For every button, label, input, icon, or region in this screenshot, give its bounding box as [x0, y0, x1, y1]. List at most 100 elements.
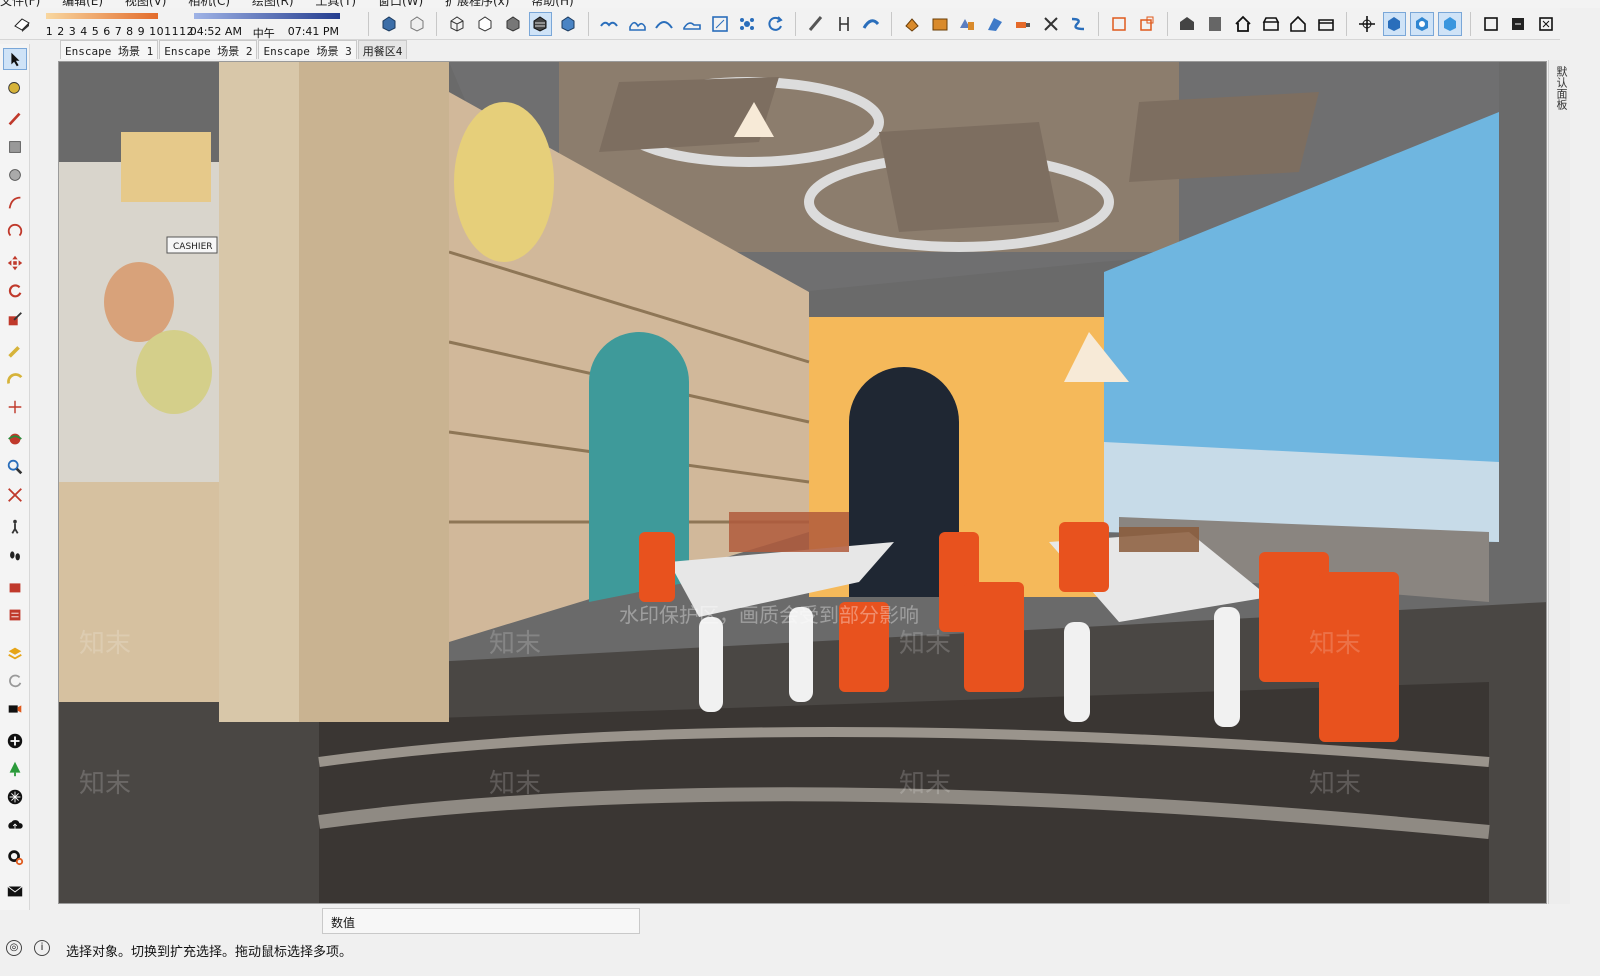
protractor-button[interactable] — [3, 368, 27, 390]
menu-camera[interactable]: 相机(C) — [188, 0, 230, 8]
warehouse-paint-button[interactable] — [900, 12, 924, 36]
settings-button[interactable] — [3, 846, 27, 868]
sweep-button[interactable] — [1066, 12, 1090, 36]
menu-draw[interactable]: 绘图(R) — [252, 0, 294, 8]
stamp-button[interactable] — [680, 12, 704, 36]
shadow-toggle-button[interactable] — [10, 12, 34, 36]
cloud-upload-button[interactable] — [3, 814, 27, 836]
shaded-button[interactable] — [501, 12, 525, 36]
menu-help[interactable]: 帮助(H) — [531, 0, 573, 8]
footprints-tool-button[interactable] — [3, 544, 27, 566]
menu-tools[interactable]: 工具(T) — [315, 0, 356, 8]
back-view-button[interactable] — [1286, 12, 1310, 36]
right-view-button[interactable] — [1259, 12, 1283, 36]
axes-tool-button[interactable] — [3, 396, 27, 418]
xray-button[interactable] — [377, 12, 401, 36]
orbit-tool-button[interactable] — [3, 428, 27, 450]
month-slider[interactable] — [45, 12, 158, 19]
measurements-box[interactable]: 数值 — [322, 908, 640, 934]
pie-tool-button[interactable] — [3, 220, 27, 242]
component-button[interactable] — [1135, 12, 1159, 36]
menu-extensions[interactable]: 扩展程序(x) — [445, 0, 509, 8]
tray-label[interactable]: 默认面板 — [1553, 66, 1569, 110]
rotate-tool-button[interactable] — [3, 280, 27, 302]
arc-tool-button[interactable] — [3, 192, 27, 214]
group-button[interactable] — [1107, 12, 1131, 36]
feedback-button[interactable] — [3, 880, 27, 902]
extension-tool-a-button[interactable] — [3, 576, 27, 598]
iso-view-button[interactable] — [1176, 12, 1200, 36]
shaded-textures-button[interactable] — [528, 11, 553, 36]
close-square-icon — [1539, 16, 1553, 31]
rectangle-tool-button[interactable] — [3, 136, 27, 158]
dimensions-button[interactable] — [832, 12, 856, 36]
enscape-start-button[interactable] — [1382, 11, 1407, 36]
move-tool-button[interactable] — [3, 252, 27, 274]
layers-button[interactable] — [3, 642, 27, 664]
axes-button[interactable] — [1355, 12, 1379, 36]
menu-file[interactable]: 文件(F) — [0, 0, 40, 8]
front-view-button[interactable] — [1231, 12, 1255, 36]
tape-measure-button[interactable] — [3, 340, 27, 362]
zoom-extents-button[interactable] — [3, 484, 27, 506]
time-slider[interactable] — [193, 12, 340, 19]
enscape-views-button[interactable] — [1438, 11, 1462, 36]
circle-tool-button[interactable] — [3, 164, 27, 186]
watermark-banner: 水印保护区，画质会受到部分影响 — [619, 603, 919, 627]
section-plane-button[interactable] — [804, 12, 828, 36]
hidden-line-button[interactable] — [473, 12, 497, 36]
materials-box-button[interactable] — [928, 12, 952, 36]
add-item-button[interactable] — [3, 730, 27, 752]
paint-tool-button[interactable] — [3, 76, 27, 98]
axes-icon — [8, 400, 22, 414]
vegetation-button[interactable] — [3, 758, 27, 780]
tab-scene-1[interactable]: Enscape 场景 1 — [60, 40, 159, 59]
zoom-tool-button[interactable] — [3, 456, 27, 478]
walk-tool-button[interactable] — [3, 516, 27, 538]
components-button[interactable] — [956, 12, 980, 36]
flip-edge-button[interactable] — [763, 12, 787, 36]
geo-location-icon[interactable]: ◎ — [6, 940, 22, 956]
watermark-text: 知末 — [79, 769, 131, 799]
follow-me-button[interactable] — [859, 12, 883, 36]
enscape-close-button[interactable] — [1534, 12, 1558, 36]
watermark-text: 知末 — [1309, 769, 1361, 799]
tab-dining-area-4[interactable]: 用餐区4 — [357, 40, 408, 59]
video-export-button[interactable] — [3, 698, 27, 720]
menu-window[interactable]: 窗口(W) — [378, 0, 423, 8]
select-tool-button[interactable] — [3, 48, 27, 70]
tab-scene-2[interactable]: Enscape 场景 2 — [159, 40, 258, 59]
sandbox-scratch-icon — [628, 21, 646, 31]
monochrome-button[interactable] — [556, 12, 580, 36]
extension-manager-button[interactable] — [983, 12, 1007, 36]
3d-viewport[interactable]: CASHIER 水印保护区，画质会受到部分影响 知末 知末 知末 知末 知末 知… — [58, 61, 1547, 904]
material-library-button[interactable] — [3, 786, 27, 808]
back-edges-button[interactable] — [405, 12, 429, 36]
sandbox-contours-button[interactable] — [597, 12, 621, 36]
left-view-button[interactable] — [1314, 12, 1338, 36]
scissors-button[interactable] — [1039, 12, 1063, 36]
smoove-button[interactable] — [652, 12, 676, 36]
refresh-button[interactable] — [3, 670, 27, 692]
checker-sphere-icon — [7, 789, 23, 805]
enscape-settings-button[interactable] — [1479, 12, 1503, 36]
sunset-time: 07:41 PM — [287, 24, 340, 38]
add-detail-button[interactable] — [736, 12, 760, 36]
menu-view[interactable]: 视图(V) — [125, 0, 167, 8]
default-tray[interactable]: 默认面板 — [1548, 60, 1570, 904]
sandbox-scratch-button[interactable] — [625, 12, 649, 36]
wireframe-button[interactable] — [445, 12, 469, 36]
drape-button[interactable] — [708, 12, 732, 36]
line-tool-button[interactable] — [3, 108, 27, 130]
menu-edit[interactable]: 编辑(E) — [62, 0, 103, 8]
top-view-button[interactable] — [1203, 12, 1227, 36]
eraser-toolbar-button[interactable] — [1011, 12, 1035, 36]
enscape-capture-button[interactable] — [1507, 12, 1531, 36]
enscape-sync-button[interactable] — [1410, 11, 1435, 36]
scale-tool-button[interactable] — [3, 308, 27, 330]
cashier-sign-text: CASHIER — [173, 242, 213, 252]
info-icon[interactable]: i — [34, 940, 50, 956]
tab-scene-3[interactable]: Enscape 场景 3 — [258, 40, 357, 59]
scissors-icon — [1043, 16, 1058, 31]
extension-tool-b-button[interactable] — [3, 604, 27, 626]
